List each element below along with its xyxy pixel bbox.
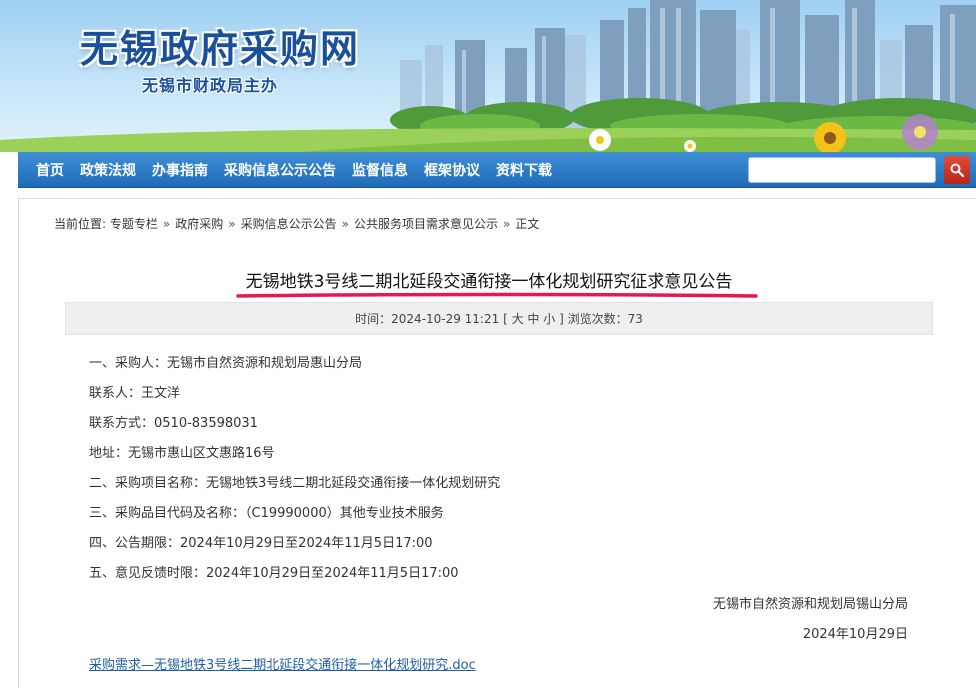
body-line-project-name: 二、采购项目名称：无锡地铁3号线二期北延段交通衔接一体化规划研究 bbox=[89, 476, 501, 491]
attachment-link[interactable]: 采购需求—无锡地铁3号线二期北延段交通衔接一体化规划研究.doc bbox=[89, 654, 476, 673]
breadcrumb-current: 正文 bbox=[515, 217, 540, 231]
font-size-small-button[interactable]: 小 bbox=[543, 312, 555, 326]
breadcrumb-link[interactable]: 采购信息公示公告 bbox=[241, 217, 337, 231]
nav-item-framework[interactable]: 框架协议 bbox=[424, 160, 480, 180]
body-line-notice-period: 四、公告期限：2024年10月29日至2024年11月5日17:00 bbox=[89, 536, 433, 551]
signature-organization: 无锡市自然资源和规划局锡山分局 bbox=[712, 597, 908, 612]
font-size-medium-button[interactable]: 中 bbox=[527, 312, 539, 326]
site-title: 无锡政府采购网 bbox=[80, 26, 361, 71]
search-icon bbox=[950, 163, 964, 177]
article-panel: 当前位置: 专题专栏 » 政府采购 » 采购信息公示公告 » 公共服务项目需求意见公示 » 正文… bbox=[18, 198, 976, 688]
breadcrumb-label: 当前位置: bbox=[54, 217, 107, 231]
site-banner: 无锡政府采购网 无锡市财政局主办 bbox=[0, 0, 976, 152]
size-bracket-close: ] bbox=[559, 312, 564, 326]
breadcrumb-link[interactable]: 公共服务项目需求意见公示 bbox=[354, 217, 498, 231]
publish-time: 2024-10-29 11:21 bbox=[391, 312, 500, 326]
signature-date: 2024年10月29日 bbox=[802, 627, 908, 642]
views-count: 73 bbox=[627, 312, 643, 326]
article-body: 一、采购人：无锡市自然资源和规划局惠山分局 联系人：王文洋 联系方式：0510-… bbox=[89, 352, 929, 592]
nav-item-home[interactable]: 首页 bbox=[36, 160, 64, 180]
nav-item-supervision[interactable]: 监督信息 bbox=[352, 160, 408, 180]
breadcrumb-link[interactable]: 政府采购 bbox=[175, 217, 223, 231]
search-input[interactable] bbox=[748, 157, 936, 183]
nav-item-procurement-notices[interactable]: 采购信息公示公告 bbox=[224, 160, 336, 180]
body-line-feedback-period: 五、意见反馈时限：2024年10月29日至2024年11月5日17:00 bbox=[89, 566, 459, 581]
nav-item-guide[interactable]: 办事指南 bbox=[152, 160, 208, 180]
site-subtitle: 无锡市财政局主办 bbox=[142, 76, 279, 95]
font-size-large-button[interactable]: 大 bbox=[512, 312, 524, 326]
breadcrumb-separator: » bbox=[502, 217, 511, 231]
body-line-category: 三、采购品目代码及名称：（C19990000）其他专业技术服务 bbox=[89, 506, 444, 521]
article-meta-bar: 时间：2024-10-29 11:21 [ 大 中 小 ] 浏览次数：73 bbox=[65, 302, 933, 335]
nav-items: 首页 政策法规 办事指南 采购信息公示公告 监督信息 框架协议 资料下载 bbox=[36, 152, 568, 188]
breadcrumb-separator: » bbox=[341, 217, 349, 231]
body-line-contact: 联系人：王文洋 bbox=[89, 386, 181, 401]
main-nav: 首页 政策法规 办事指南 采购信息公示公告 监督信息 框架协议 资料下载 bbox=[18, 152, 976, 188]
breadcrumb-separator: » bbox=[228, 217, 236, 231]
body-line-phone: 联系方式：0510-83598031 bbox=[89, 416, 258, 431]
views-label: 浏览次数： bbox=[567, 312, 628, 326]
title-highlight-underline bbox=[236, 292, 758, 298]
body-line-address: 地址：无锡市惠山区文惠路16号 bbox=[89, 446, 275, 461]
breadcrumb: 当前位置: 专题专栏 » 政府采购 » 采购信息公示公告 » 公共服务项目需求意见公示 » 正文 bbox=[54, 215, 539, 232]
nav-item-downloads[interactable]: 资料下载 bbox=[496, 160, 552, 180]
time-label: 时间： bbox=[355, 312, 392, 326]
nav-item-policy[interactable]: 政策法规 bbox=[80, 160, 136, 180]
article-title: 无锡地铁3号线二期北延段交通衔接一体化规划研究征求意见公告 bbox=[245, 272, 733, 292]
size-bracket-open: [ bbox=[503, 312, 508, 326]
breadcrumb-link[interactable]: 专题专栏 bbox=[110, 217, 158, 231]
search-button[interactable] bbox=[944, 156, 970, 184]
body-line-purchaser: 一、采购人：无锡市自然资源和规划局惠山分局 bbox=[89, 356, 363, 371]
breadcrumb-separator: » bbox=[162, 217, 171, 231]
